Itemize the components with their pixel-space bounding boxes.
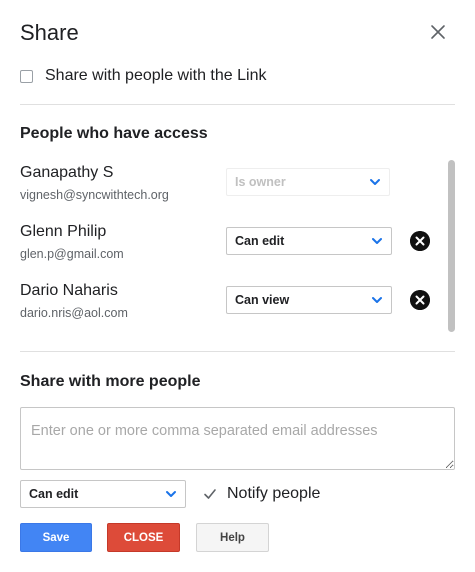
person-email: vignesh@syncwithtech.org: [20, 188, 169, 202]
permission-select-value: Can edit: [29, 487, 79, 501]
people-list: Ganapathy S vignesh@syncwithtech.org Is …: [0, 158, 450, 340]
divider: [20, 104, 455, 105]
remove-person-icon[interactable]: [410, 290, 430, 310]
remove-person-icon[interactable]: [410, 231, 430, 251]
divider: [20, 351, 455, 352]
email-addresses-input[interactable]: [20, 407, 455, 470]
role-select-value: Can edit: [235, 234, 285, 248]
role-select-glenn[interactable]: Can edit: [226, 227, 392, 255]
notify-people-option[interactable]: Notify people: [203, 484, 320, 504]
help-button[interactable]: Help: [196, 523, 269, 552]
notify-people-label: Notify people: [227, 485, 321, 502]
person-row-dario: Dario Naharis dario.nris@aol.com Can vie…: [20, 276, 440, 324]
dialog-title: Share: [20, 20, 79, 45]
share-link-checkbox[interactable]: [20, 69, 33, 83]
check-icon[interactable]: [203, 487, 217, 501]
role-select-owner: Is owner: [226, 168, 390, 196]
chevron-down-icon: [372, 238, 382, 244]
person-name: Glenn Philip: [20, 223, 107, 240]
new-permission-select[interactable]: Can edit: [20, 480, 186, 508]
person-email: glen.p@gmail.com: [20, 247, 124, 261]
role-select-value: Is owner: [235, 175, 286, 189]
person-name: Dario Naharis: [20, 282, 118, 299]
share-with-link-option[interactable]: Share with people with the Link: [20, 66, 266, 86]
chevron-down-icon: [370, 179, 380, 185]
close-button[interactable]: CLOSE: [107, 523, 180, 552]
share-more-heading: Share with more people: [20, 373, 201, 390]
close-icon[interactable]: [428, 22, 448, 42]
person-name: Ganapathy S: [20, 164, 114, 181]
role-select-dario[interactable]: Can view: [226, 286, 392, 314]
role-select-value: Can view: [235, 293, 290, 307]
person-email: dario.nris@aol.com: [20, 306, 128, 320]
person-row-glenn: Glenn Philip glen.p@gmail.com Can edit: [20, 217, 440, 265]
people-access-heading: People who have access: [20, 125, 208, 142]
chevron-down-icon: [372, 297, 382, 303]
share-link-label: Share with people with the Link: [45, 67, 267, 84]
share-dialog: Share Share with people with the Link Pe…: [0, 0, 475, 572]
person-row-ganapathy: Ganapathy S vignesh@syncwithtech.org Is …: [20, 158, 440, 206]
save-button[interactable]: Save: [20, 523, 92, 552]
chevron-down-icon: [166, 491, 176, 497]
people-list-scrollbar[interactable]: [448, 160, 455, 332]
